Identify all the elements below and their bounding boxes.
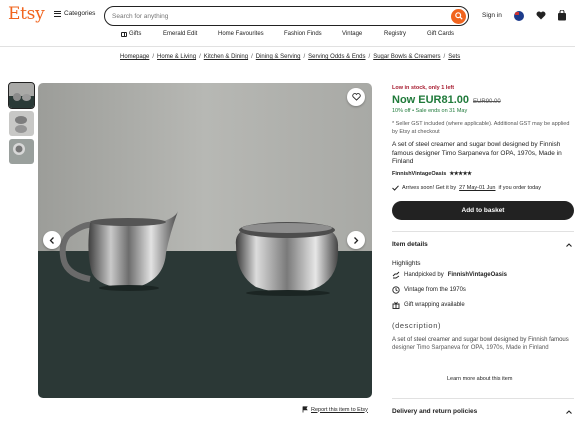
sale-price: Now EUR81.00 bbox=[392, 94, 470, 106]
nav-item-registry[interactable]: Registry bbox=[384, 31, 406, 37]
categories-label: Categories bbox=[64, 10, 96, 17]
delivery-dates[interactable]: 27 May-01 Jun bbox=[459, 185, 495, 191]
price-row: Now EUR81.00 EUR90.00 bbox=[392, 94, 501, 106]
search-icon bbox=[454, 12, 463, 20]
breadcrumb-link[interactable]: Sets bbox=[448, 54, 460, 60]
highlights-title: Highlights bbox=[392, 260, 421, 267]
favourites-heart-icon[interactable] bbox=[536, 11, 546, 20]
gift-wrap-icon bbox=[392, 301, 400, 309]
chevron-right-icon bbox=[354, 236, 359, 244]
search-input[interactable] bbox=[112, 10, 432, 22]
search-button[interactable] bbox=[451, 8, 466, 24]
search-bar bbox=[104, 6, 469, 26]
hand-icon bbox=[392, 271, 400, 279]
region-flag-icon[interactable] bbox=[514, 11, 524, 21]
favourite-button[interactable] bbox=[347, 88, 365, 106]
highlight-handpicked: Handpicked by FinnishVintageOasis bbox=[392, 271, 507, 279]
breadcrumb: Homepage / Home & Living / Kitchen & Dinin… bbox=[120, 54, 461, 60]
breadcrumb-link[interactable]: Homepage bbox=[120, 54, 149, 60]
etsy-logo[interactable]: Etsy bbox=[8, 4, 45, 24]
flag-icon bbox=[302, 406, 308, 413]
categories-button[interactable]: Categories bbox=[54, 10, 95, 17]
menu-icon bbox=[54, 10, 61, 17]
breadcrumb-link[interactable]: Dining & Serving bbox=[256, 54, 301, 60]
report-item-link[interactable]: Report this item to Etsy bbox=[302, 406, 368, 413]
highlight-vintage: Vintage from the 1970s bbox=[392, 286, 466, 294]
breadcrumb-link[interactable]: Home & Living bbox=[157, 54, 196, 60]
thumbnail-1[interactable] bbox=[8, 82, 35, 109]
breadcrumb-link[interactable]: Serving Odds & Ends bbox=[308, 54, 365, 60]
category-nav: Gifts Emerald Edit Home Favourites Fashi… bbox=[0, 31, 575, 43]
learn-more-button[interactable]: Learn more about this item bbox=[447, 376, 512, 382]
product-photo bbox=[38, 83, 372, 398]
sale-info: 10% off • Sale ends on 31 May bbox=[392, 108, 468, 114]
thumbnail-2[interactable] bbox=[9, 111, 34, 136]
nav-item-emerald-edit[interactable]: Emerald Edit bbox=[163, 31, 197, 37]
gift-icon bbox=[121, 31, 127, 37]
shop-name-link[interactable]: FinnishVintageOasis bbox=[392, 171, 446, 177]
description-fade bbox=[392, 345, 574, 365]
highlight-gift-wrap: Gift wrapping available bbox=[392, 301, 465, 309]
sign-in-link[interactable]: Sign in bbox=[482, 12, 502, 19]
chevron-left-icon bbox=[49, 236, 54, 244]
thumbnail-3[interactable] bbox=[9, 139, 34, 164]
chevron-up-icon bbox=[566, 242, 572, 247]
delivery-policies-toggle[interactable]: Delivery and return policies bbox=[392, 408, 572, 415]
next-image-button[interactable] bbox=[347, 231, 365, 249]
header: Etsy Categories Sign in bbox=[0, 0, 575, 27]
check-icon bbox=[392, 185, 399, 191]
nav-item-gift-cards[interactable]: Gift Cards bbox=[427, 31, 454, 37]
chevron-up-icon bbox=[566, 409, 572, 414]
product-image[interactable] bbox=[38, 83, 372, 398]
divider bbox=[392, 398, 574, 399]
description-label: (description) bbox=[392, 321, 442, 330]
previous-image-button[interactable] bbox=[43, 231, 61, 249]
stock-notice: Low in stock, only 1 left bbox=[392, 85, 455, 91]
rating-stars: ★★★★★ bbox=[449, 171, 472, 177]
basket-icon[interactable] bbox=[557, 10, 567, 21]
clock-icon bbox=[392, 286, 400, 294]
add-to-basket-button[interactable]: Add to basket bbox=[392, 201, 574, 220]
original-price: EUR90.00 bbox=[473, 99, 501, 105]
nav-item-home-favourites[interactable]: Home Favourites bbox=[218, 31, 264, 37]
nav-item-gifts[interactable]: Gifts bbox=[121, 31, 141, 37]
delivery-estimate: Arrives soon! Get it by 27 May-01 Jun if… bbox=[392, 185, 541, 191]
breadcrumb-link[interactable]: Kitchen & Dining bbox=[204, 54, 248, 60]
nav-divider bbox=[0, 46, 575, 47]
nav-item-vintage[interactable]: Vintage bbox=[342, 31, 362, 37]
heart-outline-icon bbox=[351, 93, 361, 101]
shop-info: FinnishVintageOasis ★★★★★ bbox=[392, 171, 472, 177]
breadcrumb-link[interactable]: Sugar Bowls & Creamers bbox=[373, 54, 440, 60]
listing-title: A set of steel creamer and sugar bowl de… bbox=[392, 141, 562, 165]
handpicked-shop-link[interactable]: FinnishVintageOasis bbox=[448, 272, 507, 278]
item-details-toggle[interactable]: Item details bbox=[392, 241, 572, 248]
divider bbox=[392, 231, 574, 232]
gst-note: * Seller GST included (where applicable)… bbox=[392, 121, 570, 135]
nav-item-fashion-finds[interactable]: Fashion Finds bbox=[284, 31, 322, 37]
